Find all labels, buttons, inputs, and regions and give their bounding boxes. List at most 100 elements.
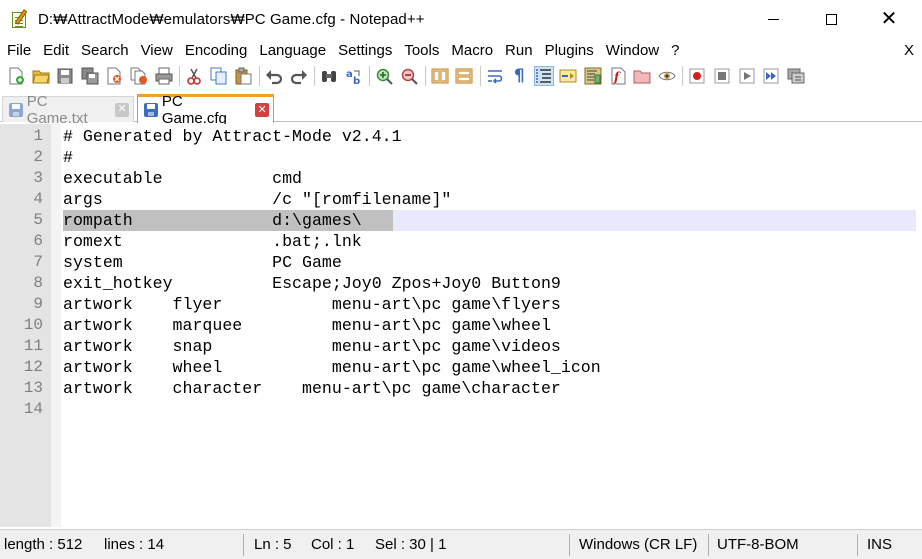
paste-button[interactable] [233,66,253,86]
undo-button[interactable] [264,66,284,86]
find-button[interactable] [319,66,339,86]
line-text[interactable]: system PC Game [63,252,342,273]
sync-horizontal-icon [455,68,473,84]
menu-edit[interactable]: Edit [37,39,75,62]
editor-line[interactable]: 8 exit_hotkey Escape;Joy0 Zpos+Joy0 Butto… [0,273,922,294]
status-eol-format[interactable]: Windows (CR LF) [579,530,697,559]
editor-line[interactable]: 11 artwork snap menu-art\pc game\videos [0,336,922,357]
folder-as-workspace-button[interactable] [632,66,652,86]
line-text[interactable]: # [63,147,73,168]
tab-close-icon[interactable]: ✕ [255,103,269,117]
cut-button[interactable] [184,66,204,86]
paste-icon [235,67,252,85]
line-text[interactable]: artwork marquee menu-art\pc game\wheel [63,315,551,336]
play-macro-button[interactable] [737,66,757,86]
line-text[interactable]: romext .bat;.lnk [63,231,362,252]
editor-line[interactable]: 1 # Generated by Attract-Mode v2.4.1 [0,126,922,147]
line-text[interactable]: artwork flyer menu-art\pc game\flyers [63,294,561,315]
editor-line[interactable]: 13 artwork character menu-art\pc game\cha… [0,378,922,399]
eye-icon [658,71,676,81]
menu-macro[interactable]: Macro [445,39,499,62]
tab-label: PC Game.txt [26,92,88,127]
new-file-button[interactable] [6,66,26,86]
redo-button[interactable] [289,66,309,86]
line-text[interactable]: rompath d:\games\ [63,210,362,231]
sync-horizontal-button[interactable] [454,66,474,86]
save-button[interactable] [55,66,75,86]
close-window-button[interactable]: ✕ [866,0,912,38]
show-all-characters-button[interactable]: ¶ [509,66,529,86]
word-wrap-button[interactable] [485,66,505,86]
toolbar-separator [369,66,371,86]
menu-window[interactable]: Window [600,39,665,62]
record-macro-button[interactable] [687,66,707,86]
menu-help[interactable]: ? [665,39,685,62]
menu-settings[interactable]: Settings [332,39,398,62]
line-text[interactable]: executable cmd [63,168,302,189]
editor-line[interactable]: 12 artwork wheel menu-art\pc game\wheel_i… [0,357,922,378]
svg-text:a: a [346,69,353,80]
function-list-button[interactable]: f [608,66,628,86]
menu-file[interactable]: File [0,39,37,62]
toolbar-separator [424,66,426,86]
saved-file-icon [144,103,158,117]
editor-line[interactable]: 7 system PC Game [0,252,922,273]
maximize-button[interactable] [808,0,854,38]
user-defined-language-button[interactable] [558,66,578,86]
menu-tools[interactable]: Tools [398,39,445,62]
tab-pc-game-cfg[interactable]: PC Game.cfg ✕ [137,93,274,127]
indent-guide-button[interactable] [533,66,554,86]
editor-line[interactable]: 2 # [0,147,922,168]
stop-macro-button[interactable] [712,66,732,86]
status-divider [708,534,709,556]
editor-line[interactable]: 9 artwork flyer menu-art\pc game\flyers [0,294,922,315]
open-file-button[interactable] [31,66,51,86]
status-encoding[interactable]: UTF-8-BOM [717,530,799,559]
run-macro-multiple-button[interactable] [761,66,781,86]
toolbar-separator [258,66,260,86]
document-map-button[interactable] [583,66,603,86]
copy-button[interactable] [209,66,229,86]
tab-pc-game-txt[interactable]: PC Game.txt ✕ [2,93,134,127]
editor-line[interactable]: 4 args /c "[romfilename]" [0,189,922,210]
line-text[interactable]: artwork wheel menu-art\pc game\wheel_ico… [63,357,601,378]
zoom-out-button[interactable] [399,66,419,86]
menu-language[interactable]: Language [253,39,332,62]
editor-line[interactable]: 14 [0,399,922,420]
menu-search[interactable]: Search [75,39,135,62]
close-icon: ✕ [880,8,898,30]
save-macro-button[interactable] [786,66,806,86]
replace-icon: ab [346,69,360,85]
close-document-button[interactable]: X [904,39,914,62]
close-button[interactable] [104,66,124,86]
text-editor[interactable]: 1 # Generated by Attract-Mode v2.4.1 2 # 3… [0,124,922,527]
current-editor-line[interactable]: 5 rompath d:\games\ [0,210,922,231]
editor-lines: 1 # Generated by Attract-Mode v2.4.1 2 # 3… [0,126,922,420]
notepad-plus-plus-icon[interactable] [10,9,30,29]
menu-run[interactable]: Run [499,39,539,62]
editor-line[interactable]: 6 romext .bat;.lnk [0,231,922,252]
tab-close-icon[interactable]: ✕ [115,102,129,117]
zoom-in-button[interactable] [374,66,394,86]
line-text[interactable]: exit_hotkey Escape;Joy0 Zpos+Joy0 Button… [63,273,561,294]
menu-plugins[interactable]: Plugins [539,39,600,62]
minimize-button[interactable] [750,0,796,38]
menu-view[interactable]: View [135,39,179,62]
line-text[interactable]: artwork snap menu-art\pc game\videos [63,336,561,357]
line-text[interactable]: args /c "[romfilename]" [63,189,451,210]
menu-encoding[interactable]: Encoding [179,39,254,62]
monitoring-button[interactable] [657,66,677,86]
line-text[interactable]: # Generated by Attract-Mode v2.4.1 [63,126,402,147]
print-button[interactable] [154,66,174,86]
sync-vertical-button[interactable] [430,66,450,86]
close-all-button[interactable] [129,66,149,86]
maximize-icon [825,13,837,25]
editor-line[interactable]: 10 artwork marquee menu-art\pc game\wheel [0,315,922,336]
line-text[interactable]: artwork character menu-art\pc game\chara… [63,378,561,399]
replace-button[interactable]: ab [344,66,364,86]
saved-file-icon [9,102,23,117]
status-insert-mode[interactable]: INS [867,530,892,559]
save-icon [57,68,73,84]
editor-line[interactable]: 3 executable cmd [0,168,922,189]
save-all-button[interactable] [80,66,100,86]
